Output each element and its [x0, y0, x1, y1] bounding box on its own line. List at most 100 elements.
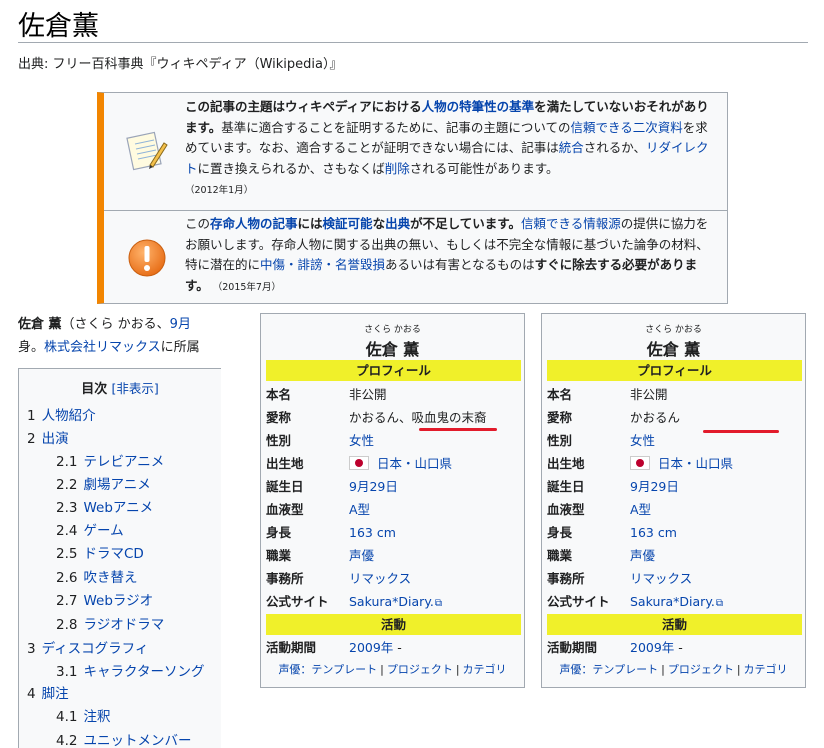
- infobox-value-text: 声優: [630, 548, 656, 563]
- merge-link[interactable]: 統合: [559, 140, 584, 155]
- reliable-sources-link[interactable]: 信頼できる情報源: [521, 216, 621, 231]
- notability-guideline-link[interactable]: 人物の特筆性の基準: [422, 99, 535, 114]
- toc-item[interactable]: 2.8 ラジオドラマ: [56, 613, 164, 633]
- gender-link[interactable]: 女性: [349, 429, 374, 452]
- toc-item-label[interactable]: 注釈: [83, 709, 110, 725]
- height-link[interactable]: 163 cm: [349, 521, 396, 544]
- birthday-link[interactable]: 9月: [170, 317, 191, 332]
- toc-item-number: 2.5: [56, 546, 78, 562]
- toc-item-number: 2: [27, 431, 36, 447]
- toc-item-label[interactable]: ディスコグラフィ: [42, 641, 149, 657]
- infobox-footer: 声優：テンプレート | プロジェクト | カテゴリ: [261, 661, 524, 677]
- japan-flag-icon: [630, 456, 650, 470]
- official-site-link[interactable]: Sakura*Diary.⧉: [630, 590, 723, 615]
- infobox-row: 職業 声優: [266, 544, 521, 567]
- occupation-link[interactable]: 声優: [630, 544, 655, 567]
- page-title: 佐倉薫: [18, 11, 99, 42]
- toc-hide-toggle[interactable]: [非表示]: [111, 381, 158, 396]
- infobox-row-value: 非公開: [349, 383, 387, 406]
- toc-item-label[interactable]: ゲーム: [83, 523, 123, 539]
- active-years-link[interactable]: 2009年: [349, 640, 393, 655]
- toc-item-label[interactable]: キャラクターソング: [83, 664, 204, 680]
- infobox-row-label: 身長: [547, 525, 573, 540]
- infobox-header-activity: 活動: [547, 614, 802, 635]
- birthday-link[interactable]: 9月29日: [349, 475, 398, 498]
- toc-item[interactable]: 4.2 ユニットメンバー: [56, 729, 191, 748]
- toc-item-label[interactable]: 人物紹介: [42, 408, 96, 424]
- toc-item-label[interactable]: 吹き替え: [83, 570, 137, 586]
- infobox-value-text: 9月29日: [349, 479, 398, 494]
- toc-item[interactable]: 2.4 ゲーム: [56, 519, 124, 539]
- infobox-row-label: 性別: [266, 433, 292, 448]
- infobox-row-label: 血液型: [266, 502, 304, 517]
- toc-item[interactable]: 1 人物紹介: [27, 404, 96, 424]
- footer-separator: |: [736, 663, 741, 676]
- toc-item[interactable]: 4 脚注: [27, 682, 69, 702]
- verifiability-link[interactable]: 検証可能: [323, 216, 373, 231]
- toc-item[interactable]: 3 ディスコグラフィ: [27, 637, 148, 657]
- infobox-value-text: 女性: [349, 433, 375, 448]
- blood-type-link[interactable]: A型: [630, 498, 651, 521]
- reliable-secondary-sources-link[interactable]: 信頼できる二次資料: [571, 120, 683, 135]
- height-link[interactable]: 163 cm: [630, 521, 677, 544]
- agency-link[interactable]: リマックス: [349, 567, 411, 590]
- active-years-link[interactable]: 2009年: [630, 640, 674, 655]
- toc-item-label[interactable]: 劇場アニメ: [83, 477, 150, 493]
- toc-item-label[interactable]: ユニットメンバー: [83, 733, 191, 748]
- notice-date: （2012年1月）: [185, 185, 254, 196]
- notice-body-text: この: [185, 216, 211, 231]
- infobox-row: 活動期間 2009年 -: [266, 636, 521, 659]
- category-link[interactable]: カテゴリ: [744, 663, 788, 676]
- infobox-value-text: 9月29日: [630, 479, 679, 494]
- notice-text: この存命人物の記事には検証可能な出典が不足しています。信頼できる情報源の提供に協…: [185, 214, 719, 298]
- project-link[interactable]: プロジェクト: [668, 663, 734, 676]
- toc-item-label[interactable]: 出演: [42, 431, 69, 447]
- infobox-row-value: 非公開: [630, 383, 668, 406]
- footer-separator: |: [455, 663, 460, 676]
- notice-text: この記事の主題はウィキペディアにおける人物の特筆性の基準を満たしていないおそれが…: [185, 97, 719, 202]
- infobox-value-text: 163 cm: [349, 525, 396, 540]
- blp-sources-notice: この存命人物の記事には検証可能な出典が不足しています。信頼できる情報源の提供に協…: [104, 210, 728, 304]
- toc-item-number: 2.1: [56, 454, 78, 470]
- defamation-link[interactable]: 中傷・誹謗・名誉毀損: [260, 257, 385, 272]
- occupation-link[interactable]: 声優: [349, 544, 374, 567]
- toc-item[interactable]: 2.1 テレビアニメ: [56, 450, 164, 470]
- agency-link[interactable]: 株式会社リマックス: [44, 340, 161, 355]
- toc-item-number: 3.1: [56, 664, 78, 680]
- blood-type-link[interactable]: A型: [349, 498, 370, 521]
- agency-link[interactable]: リマックス: [630, 567, 692, 590]
- deletion-link[interactable]: 削除: [385, 161, 410, 176]
- toc-item-label[interactable]: ラジオドラマ: [83, 617, 164, 633]
- infobox-row: 血液型 A型: [266, 498, 521, 521]
- birthplace-link[interactable]: 日本・山口県: [349, 452, 452, 475]
- infobox-row: 出生地 日本・山口県: [266, 452, 521, 475]
- toc-item-label[interactable]: 脚注: [42, 686, 69, 702]
- table-of-contents: 目次 [非表示] 1 人物紹介 2 出演 2.1 テレビアニメ 2.2 劇場アニメ 2.3 Web…: [18, 368, 221, 748]
- sources-link[interactable]: 出典: [385, 216, 410, 231]
- blp-link[interactable]: 存命人物の記事: [210, 216, 298, 231]
- official-site-link[interactable]: Sakura*Diary.⧉: [349, 590, 442, 615]
- category-link[interactable]: カテゴリ: [463, 663, 507, 676]
- toc-item-label[interactable]: Webラジオ: [83, 593, 153, 609]
- toc-item-number: 4.2: [56, 733, 78, 748]
- toc-item[interactable]: 3.1 キャラクターソング: [56, 660, 204, 680]
- template-link[interactable]: 声優：テンプレート: [559, 663, 658, 676]
- birthday-link[interactable]: 9月29日: [630, 475, 679, 498]
- toc-item[interactable]: 2.6 吹き替え: [56, 566, 137, 586]
- infobox-row: 身長 163 cm: [547, 521, 802, 544]
- birthplace-link[interactable]: 日本・山口県: [630, 452, 733, 475]
- toc-item[interactable]: 2.3 Webアニメ: [56, 496, 153, 516]
- gender-link[interactable]: 女性: [630, 429, 655, 452]
- toc-item[interactable]: 2.7 Webラジオ: [56, 589, 153, 609]
- project-link[interactable]: プロジェクト: [387, 663, 453, 676]
- toc-item[interactable]: 4.1 注釈: [56, 705, 110, 725]
- toc-item-label[interactable]: テレビアニメ: [83, 454, 164, 470]
- toc-item-label[interactable]: ドラマCD: [83, 546, 143, 562]
- toc-item[interactable]: 2.2 劇場アニメ: [56, 473, 151, 493]
- toc-item-label[interactable]: Webアニメ: [83, 500, 153, 516]
- toc-item[interactable]: 2 出演: [27, 427, 69, 447]
- infobox-value-text: A型: [349, 502, 371, 517]
- toc-item[interactable]: 2.5 ドラマCD: [56, 542, 144, 562]
- external-link-icon: ⧉: [715, 598, 724, 609]
- template-link[interactable]: 声優：テンプレート: [278, 663, 377, 676]
